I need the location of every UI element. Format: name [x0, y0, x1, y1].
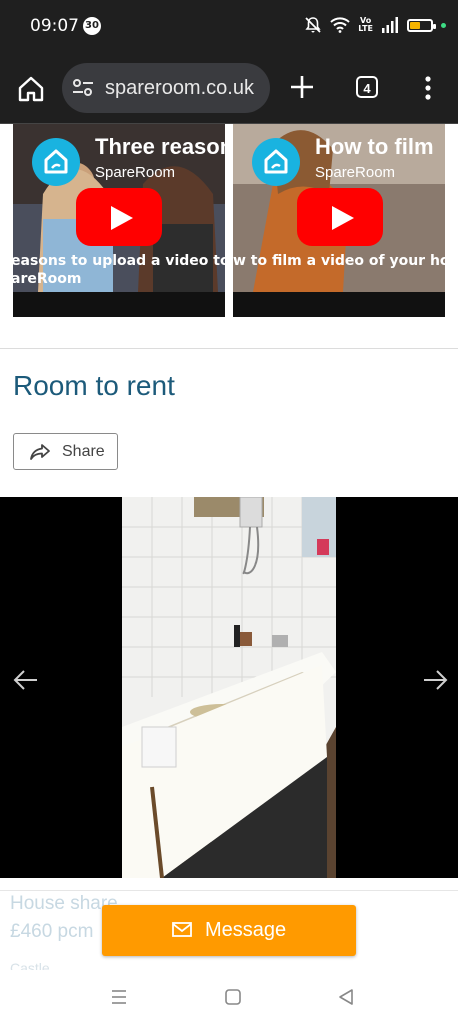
- home-nav-icon[interactable]: [223, 987, 243, 1007]
- notification-count-badge: 30: [83, 17, 101, 35]
- tab-switcher-button[interactable]: 4: [356, 76, 378, 98]
- video-caption-line-1: easons to upload a video to: [13, 253, 225, 269]
- spareroom-house-icon: [44, 149, 68, 174]
- browser-toolbar: spareroom.co.uk 4: [0, 52, 458, 124]
- site-settings-icon[interactable]: [72, 79, 94, 97]
- video-caption-line-1: w to film a video of your house: [233, 253, 445, 269]
- system-nav-bar: [0, 970, 458, 1024]
- section-divider: [0, 890, 458, 891]
- video-title: Three reasons: [95, 134, 225, 159]
- youtube-play-icon[interactable]: [76, 188, 162, 246]
- status-bar: 09:07 30 Vo LTE: [0, 0, 458, 52]
- charging-dot-icon: [441, 22, 446, 28]
- video-channel: SpareRoom: [95, 164, 176, 181]
- signal-icon: [382, 17, 398, 33]
- listing-location: Castle, ... ... ...: [10, 960, 101, 970]
- listing-photo[interactable]: [122, 497, 336, 878]
- volte-bottom-label: LTE: [358, 24, 373, 33]
- new-tab-icon[interactable]: [289, 74, 315, 100]
- mail-icon: [172, 922, 192, 937]
- spareroom-house-icon: [264, 149, 288, 174]
- mute-bell-icon: [305, 17, 321, 33]
- home-icon[interactable]: [16, 74, 46, 104]
- page-title: Room to rent: [13, 370, 175, 401]
- video-title: How to film: [315, 134, 434, 159]
- wifi-icon: [330, 17, 350, 33]
- video-caption-line-2: areRoom: [13, 271, 82, 287]
- address-bar[interactable]: spareroom.co.uk: [62, 63, 270, 113]
- recents-icon[interactable]: [109, 987, 129, 1007]
- battery-level-fill: [410, 21, 420, 29]
- url-text[interactable]: spareroom.co.uk: [105, 77, 254, 100]
- listing-price: £460 pcm: [10, 921, 94, 942]
- battery-icon: [407, 18, 436, 32]
- youtube-play-icon[interactable]: [297, 188, 383, 246]
- share-button[interactable]: Share: [13, 433, 118, 470]
- back-nav-icon[interactable]: [336, 987, 356, 1007]
- spareroom-logo: [32, 138, 80, 186]
- more-vert-icon[interactable]: [418, 74, 438, 102]
- message-button[interactable]: Message: [102, 905, 356, 956]
- video-channel: SpareRoom: [315, 164, 396, 181]
- section-divider: [0, 348, 458, 349]
- volte-icon: Vo LTE: [358, 17, 373, 33]
- spareroom-logo: [252, 138, 300, 186]
- message-label: Message: [205, 919, 287, 941]
- share-label: Share: [62, 443, 105, 460]
- status-time: 09:07: [30, 16, 79, 36]
- photo-gallery: [0, 497, 458, 878]
- arrow-right-icon[interactable]: [422, 669, 448, 691]
- video-card[interactable]: Three reasons SpareRoom easons to upload…: [13, 124, 225, 317]
- arrow-left-icon[interactable]: [13, 669, 39, 691]
- status-icons: Vo LTE: [304, 14, 446, 36]
- share-icon: [30, 444, 50, 460]
- video-caption: easons to upload a video to areRoom: [13, 252, 225, 288]
- video-caption: w to film a video of your house: [233, 252, 445, 270]
- video-card[interactable]: How to film SpareRoom w to film a video …: [233, 124, 445, 317]
